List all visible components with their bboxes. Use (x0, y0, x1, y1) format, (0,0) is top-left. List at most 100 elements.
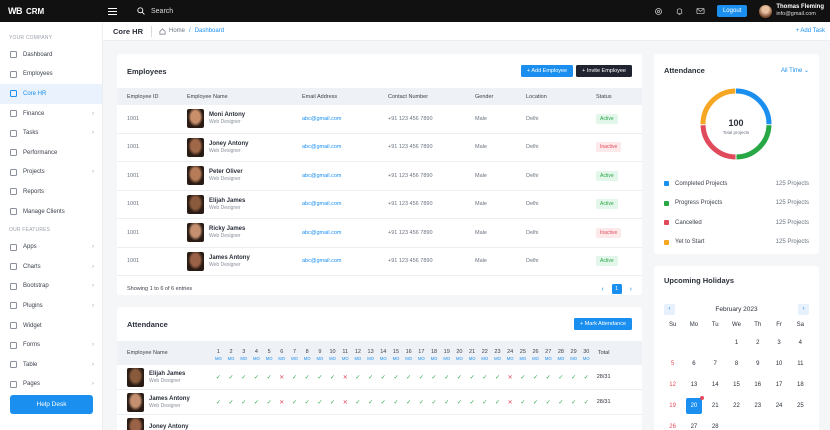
add-employee-button[interactable]: + Add Employee (520, 65, 574, 77)
employee-name[interactable]: Peter Oliver (209, 168, 243, 176)
calendar-day[interactable]: 5 (662, 361, 683, 367)
present-icon: ✓ (406, 399, 412, 406)
attendance-header: Employee Name 1 MO 2 MO 3 MO 4 MO 5 MO 6 MO 7 MO 8 MO 9 MO… (117, 341, 642, 365)
search-box[interactable]: Search (137, 7, 173, 15)
gear-icon[interactable] (654, 7, 663, 16)
page-number[interactable]: 1 (611, 284, 622, 294)
all-time-dropdown[interactable]: All Time ⌄ (781, 67, 809, 74)
col-employee-name[interactable]: Employee Name (187, 94, 302, 100)
bell-icon[interactable] (675, 7, 684, 16)
employee-email[interactable]: abc@gmail.com (302, 173, 388, 179)
sidebar-item-projects[interactable]: Projects › (0, 163, 102, 183)
present-icon: ✓ (571, 399, 577, 406)
sidebar-item-pages[interactable]: Pages › (0, 375, 102, 395)
sidebar-item-reports[interactable]: Reports (0, 182, 102, 202)
breadcrumb-home[interactable]: Home (159, 27, 185, 35)
sidebar-item-dashboard[interactable]: Dashboard (0, 45, 102, 65)
brand[interactable]: WB CRM (0, 6, 103, 16)
calendar-day[interactable]: 22 (726, 403, 747, 409)
employee-email[interactable]: abc@gmail.com (302, 230, 388, 236)
calendar-day[interactable]: 6 (683, 361, 704, 367)
employee-name[interactable]: Ricky James (209, 225, 245, 233)
logout-button[interactable]: Logout (716, 5, 748, 17)
mark-attendance-button[interactable]: + Mark Attendance (573, 318, 632, 330)
sidebar-item-charts[interactable]: Charts › (0, 257, 102, 277)
next-month-icon[interactable]: › (798, 303, 809, 315)
attendance-employee-name[interactable]: Elijah James (149, 370, 185, 378)
calendar-day[interactable]: 11 (790, 361, 811, 367)
calendar-day[interactable]: 12 (662, 382, 683, 388)
legend-dot (664, 239, 669, 245)
calendar-day[interactable]: 1 (726, 340, 747, 346)
sidebar-item-widget[interactable]: Widget (0, 316, 102, 336)
calendar-day[interactable]: 10 (768, 361, 789, 367)
sidebar-item-tasks[interactable]: Tasks › (0, 123, 102, 143)
user-email: info@gmail.com (776, 11, 816, 17)
sidebar-item-forms[interactable]: Forms › (0, 335, 102, 355)
calendar-day[interactable]: 28 (705, 424, 726, 430)
employee-name[interactable]: James Antony (209, 254, 250, 262)
calendar-day[interactable]: 9 (747, 361, 768, 367)
calendar-day[interactable]: 2 (747, 340, 768, 346)
calendar-day[interactable]: 14 (705, 382, 726, 388)
status-badge: Inactive (596, 227, 622, 238)
sidebar-item-performance[interactable]: Performance (0, 143, 102, 163)
employee-email[interactable]: abc@gmail.com (302, 258, 388, 264)
employee-email[interactable]: abc@gmail.com (302, 201, 388, 207)
employee-phone: +91 123 456 7890 (388, 115, 433, 122)
employee-gender: Male (475, 201, 487, 208)
employee-name[interactable]: Joney Antony (209, 140, 248, 148)
calendar-day[interactable]: 4 (790, 340, 811, 346)
menu-icon[interactable] (103, 7, 121, 15)
sidebar-item-finance[interactable]: Finance › (0, 104, 102, 124)
calendar-day[interactable]: 26 (662, 424, 683, 430)
sidebar-item-table[interactable]: Table › (0, 355, 102, 375)
col-location[interactable]: Location (526, 94, 596, 100)
col-email[interactable]: Email Address (302, 94, 388, 100)
sidebar-item-core-hr[interactable]: Core HR (0, 84, 102, 104)
employee-name[interactable]: Elijah James (209, 197, 245, 205)
legend-dot (664, 220, 669, 226)
sidebar-item-bootstrap[interactable]: Bootstrap › (0, 277, 102, 297)
employee-email[interactable]: abc@gmail.com (302, 116, 388, 122)
sidebar-item-apps[interactable]: Apps › (0, 237, 102, 257)
help-desk-button[interactable]: Help Desk (10, 395, 93, 414)
sidebar-item-employees[interactable]: Employees (0, 65, 102, 85)
user-menu[interactable]: Thomas Fleming info@gmail.com (759, 4, 824, 18)
add-task-link[interactable]: + Add Task (796, 28, 830, 34)
calendar-day[interactable]: 8 (726, 361, 747, 367)
calendar-day[interactable]: 21 (705, 403, 726, 409)
calendar-day[interactable]: 7 (705, 361, 726, 367)
employee-email[interactable]: abc@gmail.com (302, 144, 388, 150)
calendar-day[interactable]: 18 (790, 382, 811, 388)
invite-employee-button[interactable]: + Invite Employee (576, 65, 632, 77)
calendar-day[interactable]: 3 (768, 340, 789, 346)
prev-month-icon[interactable]: ‹ (664, 303, 675, 315)
sidebar-item-plugins[interactable]: Plugins › (0, 296, 102, 316)
employee-photo (187, 109, 204, 129)
calendar-day[interactable]: 27 (683, 424, 704, 430)
next-page-icon[interactable]: › (630, 286, 632, 293)
calendar-day[interactable]: 16 (747, 382, 768, 388)
employee-name[interactable]: Moni Antony (209, 111, 245, 119)
calendar-day[interactable]: 13 (683, 382, 704, 388)
col-employee-id[interactable]: Employee ID (117, 94, 187, 100)
col-status[interactable]: Status (596, 94, 641, 100)
attendance-employee-name[interactable]: Joney Antony (149, 423, 188, 430)
col-contact[interactable]: Contact Number (388, 94, 475, 100)
calendar-day[interactable]: 25 (790, 403, 811, 409)
present-icon: ✓ (253, 399, 259, 406)
mail-icon[interactable] (696, 7, 705, 15)
sidebar-item-manage-clients[interactable]: Manage Clients (0, 202, 102, 222)
prev-page-icon[interactable]: ‹ (601, 286, 603, 293)
calendar-day[interactable]: 17 (768, 382, 789, 388)
attendance-employee-name[interactable]: James Antony (149, 395, 190, 403)
calendar-day[interactable]: 24 (768, 403, 789, 409)
breadcrumb-current[interactable]: Dashboard (195, 28, 224, 34)
col-gender[interactable]: Gender (475, 94, 526, 100)
employee-photo (127, 417, 144, 430)
calendar-day[interactable]: 15 (726, 382, 747, 388)
calendar-day-today[interactable]: 20 (683, 395, 704, 414)
calendar-day[interactable]: 19 (662, 403, 683, 409)
calendar-day[interactable]: 23 (747, 403, 768, 409)
